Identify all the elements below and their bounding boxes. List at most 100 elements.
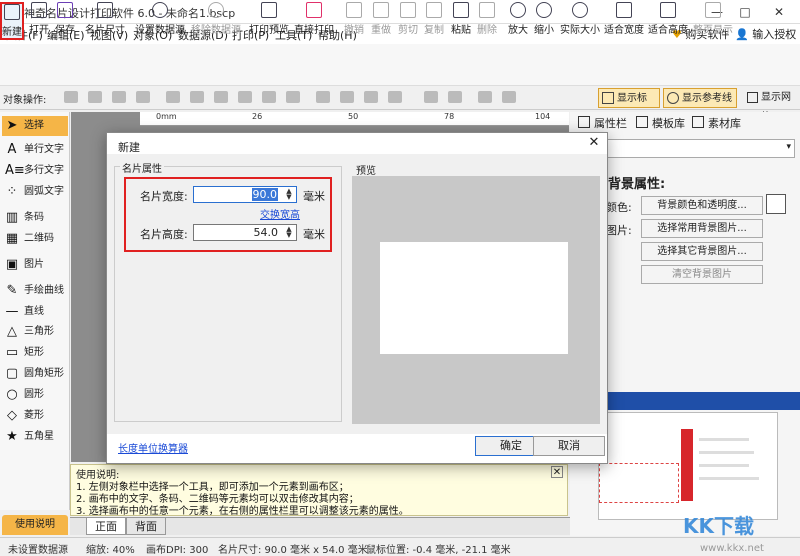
watermark-logo: KK下载 (683, 514, 754, 538)
set-datasource-button[interactable]: 设置数据源 (134, 2, 186, 40)
show-guides-toggle[interactable]: 显示参考线 (663, 88, 737, 108)
tool-rounded-rectangle[interactable]: ▢ 圆角矩形 (2, 364, 68, 384)
fit-width-icon (616, 2, 632, 18)
remove-datasource-button[interactable]: 移除数据源 (190, 2, 242, 40)
save-button[interactable]: 保存 (53, 2, 77, 40)
dialog-close-button[interactable]: ✕ (586, 135, 602, 151)
clear-background-button[interactable]: 清空背景图片 (641, 265, 763, 284)
tool-line[interactable]: — 直线 (2, 302, 68, 322)
tab-materials[interactable]: 素材库 (692, 115, 741, 131)
tool-arc-text[interactable]: ⁘ 圆弧文字 (2, 182, 68, 202)
layer-top-icon[interactable] (112, 91, 126, 103)
close-button[interactable]: ✕ (768, 1, 790, 23)
tool-barcode[interactable]: ▥ 条码 (2, 208, 68, 228)
color-swatch[interactable] (766, 194, 786, 214)
background-color-button[interactable]: 背景颜色和透明度... (641, 196, 763, 215)
card-size-label: 名片尺寸 (85, 25, 125, 36)
copy-button[interactable]: 复制 (422, 2, 446, 40)
tool-image-label: 图片 (24, 259, 44, 270)
other-background-button[interactable]: 选择其它背景图片... (641, 242, 763, 261)
tool-single-line-text[interactable]: A 单行文字 (2, 140, 68, 160)
zoom-in-button[interactable]: 放大 (506, 2, 530, 40)
layer-up-icon[interactable] (64, 91, 78, 103)
help-line: 3. 选择画布中的任意一个元素，在右侧的属性栏里可以调整该元素的属性。 (76, 506, 409, 517)
paste-button[interactable]: 粘贴 (449, 2, 473, 40)
align-right-icon[interactable] (214, 91, 228, 103)
align-top-icon[interactable] (238, 91, 252, 103)
same-width-icon[interactable] (364, 91, 378, 103)
template-preview-card[interactable] (598, 412, 778, 520)
spin-arrows-icon[interactable]: ▲ ▼ (284, 226, 294, 239)
width-unit: 毫米 (303, 190, 325, 203)
spin-arrows-icon[interactable]: ▲ ▼ (284, 188, 294, 201)
group-icon[interactable] (424, 91, 438, 103)
tool-qrcode-label: 二维码 (24, 233, 54, 244)
print-preview-button[interactable]: 打印预览 (248, 2, 290, 40)
status-dpi: 画布DPI: 300 (146, 545, 209, 556)
tool-star[interactable]: ★ 五角星 (2, 427, 68, 447)
tool-triangle[interactable]: △ 三角形 (2, 322, 68, 342)
cut-button[interactable]: 剪切 (396, 2, 420, 40)
distribute-v-icon[interactable] (340, 91, 354, 103)
help-tab[interactable]: 使用说明 (2, 515, 68, 535)
show-ruler-toggle[interactable]: 显示标尺 (598, 88, 660, 124)
tool-rectangle[interactable]: ▭ 矩形 (2, 343, 68, 363)
delete-label: 删除 (477, 25, 497, 36)
object-select-combo[interactable]: ▾ (600, 139, 795, 158)
swap-width-height-link[interactable]: 交换宽高 (260, 206, 300, 221)
redo-button[interactable]: 重做 (369, 2, 393, 40)
arc-text-icon: ⁘ (6, 184, 18, 199)
chevron-down-icon: ▾ (786, 142, 791, 152)
show-grid-toggle[interactable]: 显示网格 (745, 88, 800, 123)
grid-icon (747, 92, 758, 103)
barcode-icon: ▥ (5, 210, 19, 225)
tool-diamond[interactable]: ◇ 菱形 (2, 406, 68, 426)
tool-multi-line-text[interactable]: A≡ 多行文字 (2, 161, 68, 181)
layer-bottom-icon[interactable] (136, 91, 150, 103)
tab-back[interactable]: 背面 (126, 518, 166, 535)
lock-icon[interactable] (478, 91, 492, 103)
tool-image[interactable]: ▣ 图片 (2, 255, 68, 275)
layer-down-icon[interactable] (88, 91, 102, 103)
align-center-icon[interactable] (190, 91, 204, 103)
tab-templates[interactable]: 模板库 (636, 115, 685, 131)
align-bottom-icon[interactable] (286, 91, 300, 103)
fit-width-button[interactable]: 适合宽度 (604, 2, 644, 40)
printer-icon (306, 2, 322, 18)
pointer-icon: ➤ (6, 118, 18, 133)
tool-qrcode[interactable]: ▦ 二维码 (2, 229, 68, 249)
pen-icon: ✎ (6, 283, 18, 298)
tab-front[interactable]: 正面 (86, 518, 126, 535)
whole-page-button[interactable]: 整页显示 (693, 2, 733, 40)
fit-height-button[interactable]: 适合高度 (648, 2, 688, 40)
unit-converter-link[interactable]: 长度单位换算器 (118, 440, 188, 455)
unlock-icon[interactable] (502, 91, 516, 103)
card-size-button[interactable]: 名片尺寸 (84, 2, 126, 40)
common-background-button[interactable]: 选择常用背景图片... (641, 219, 763, 238)
cancel-button[interactable]: 取消 (533, 436, 605, 456)
direct-print-button[interactable]: 直接打印 (293, 2, 335, 40)
open-button[interactable]: 打开 (27, 2, 51, 40)
maximize-button[interactable]: □ (734, 1, 756, 23)
card-width-input[interactable]: 90.0 ▲ ▼ (193, 186, 297, 203)
card-height-input[interactable]: 54.0 ▲ ▼ (193, 224, 297, 241)
zoom-out-button[interactable]: 缩小 (532, 2, 556, 40)
card-text-line (699, 451, 754, 454)
actual-size-button[interactable]: 实际大小 (560, 2, 600, 40)
cut-label: 剪切 (398, 25, 418, 36)
tool-circle[interactable]: ○ 圆形 (2, 385, 68, 405)
undo-button[interactable]: 撤销 (342, 2, 366, 40)
tool-select[interactable]: ➤ 选择 (2, 116, 68, 136)
align-left-icon[interactable] (166, 91, 180, 103)
tab-properties[interactable]: 属性栏 (578, 115, 627, 131)
align-middle-icon[interactable] (262, 91, 276, 103)
ungroup-icon[interactable] (448, 91, 462, 103)
delete-button[interactable]: 删除 (475, 2, 499, 40)
background-properties-title: 背景属性: (608, 177, 666, 192)
new-button[interactable]: 新建 (0, 2, 24, 40)
same-height-icon[interactable] (388, 91, 402, 103)
help-close-button[interactable]: ✕ (551, 466, 563, 478)
tool-freehand[interactable]: ✎ 手绘曲线 (2, 281, 68, 301)
material-icon (692, 116, 704, 128)
distribute-h-icon[interactable] (316, 91, 330, 103)
